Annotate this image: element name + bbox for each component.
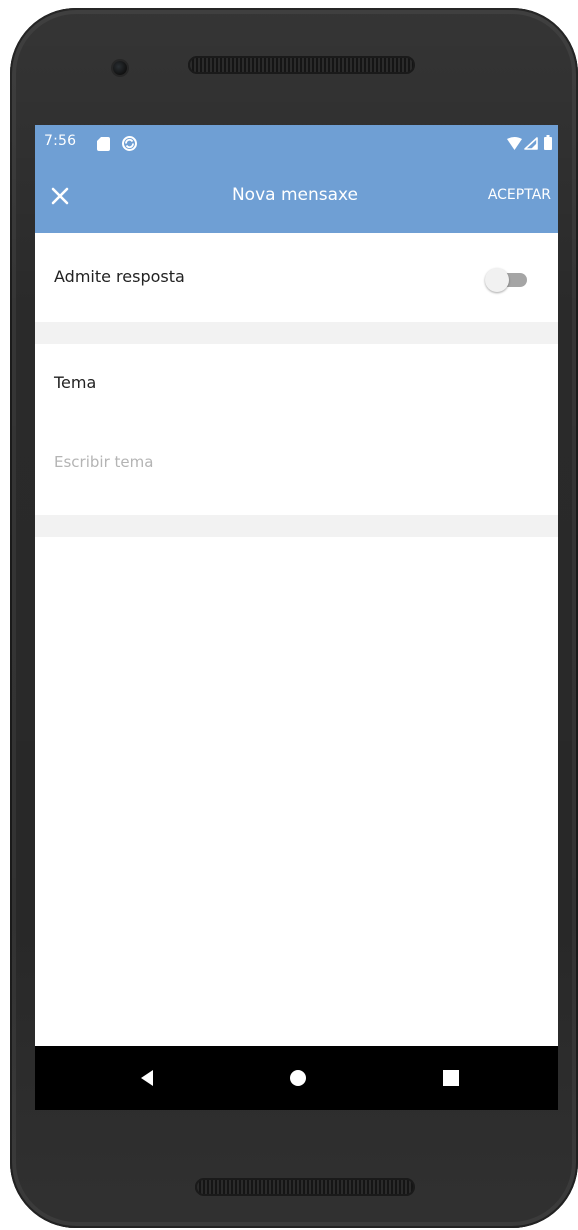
- battery-icon: [544, 135, 552, 150]
- section-divider: [35, 322, 558, 344]
- front-camera: [113, 61, 127, 75]
- nav-recents-button[interactable]: [439, 1066, 463, 1090]
- empty-content-area: [35, 537, 558, 1046]
- subject-section: Tema: [35, 344, 558, 515]
- navigation-bar: [35, 1046, 558, 1110]
- bottom-speaker: [195, 1178, 415, 1196]
- signal-icon: [524, 137, 538, 150]
- subject-input[interactable]: [54, 444, 534, 480]
- toggle-thumb: [485, 268, 509, 292]
- nav-home-button[interactable]: [286, 1066, 310, 1090]
- close-icon: [51, 187, 69, 205]
- back-icon: [141, 1070, 153, 1086]
- close-button[interactable]: [45, 181, 75, 211]
- status-time: 7:56: [44, 133, 77, 149]
- reply-setting-row: Admite resposta: [35, 233, 558, 322]
- wifi-icon: [507, 137, 522, 150]
- sync-icon: [122, 136, 137, 151]
- earpiece-speaker: [188, 56, 415, 74]
- subject-heading: Tema: [54, 373, 97, 392]
- accept-button[interactable]: ACEPTAR: [488, 187, 551, 203]
- section-divider: [35, 515, 558, 537]
- home-icon: [290, 1070, 306, 1086]
- page-title: Nova mensaxe: [231, 185, 359, 205]
- recents-icon: [443, 1070, 459, 1086]
- app-bar: Nova mensaxe ACEPTAR: [35, 161, 558, 233]
- status-bar: 7:56: [35, 125, 558, 161]
- reply-toggle[interactable]: [483, 268, 531, 292]
- nav-back-button[interactable]: [135, 1066, 159, 1090]
- reply-setting-label: Admite resposta: [54, 267, 185, 286]
- sd-card-icon: [97, 137, 110, 151]
- phone-screen: 7:56 Nova mensaxe ACEPTAR Admite respost…: [35, 125, 558, 1110]
